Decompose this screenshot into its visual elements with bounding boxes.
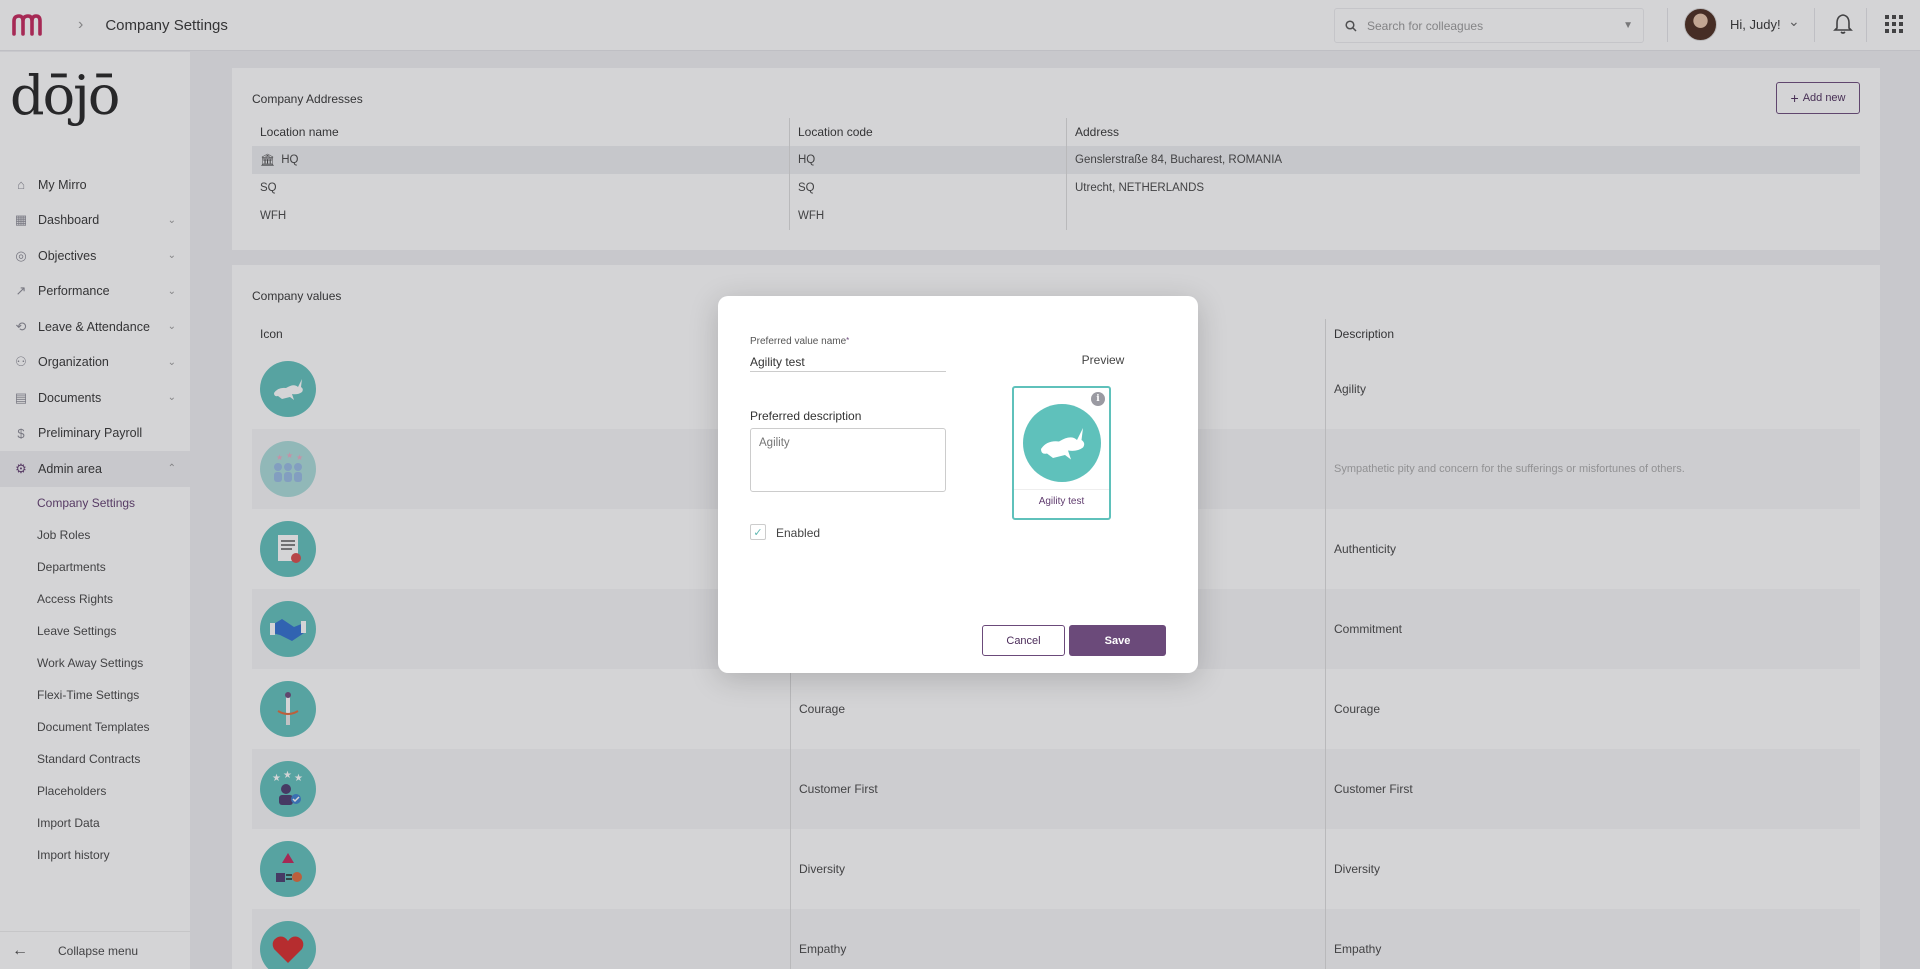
rabbit-icon [1023, 404, 1101, 482]
edit-value-dialog: Preferred value name* Preferred descript… [718, 296, 1198, 673]
save-button[interactable]: Save [1069, 625, 1166, 656]
enabled-label: Enabled [776, 526, 821, 540]
value-name-input[interactable] [750, 352, 946, 372]
info-icon[interactable]: i [1091, 392, 1105, 406]
value-name-label-text: Preferred value name [750, 336, 847, 347]
cancel-button[interactable]: Cancel [982, 625, 1065, 656]
checkmark-icon: ✓ [753, 526, 763, 539]
preview-label: Preview [1081, 353, 1125, 367]
required-mark: * [846, 336, 850, 345]
value-name-label: Preferred value name* [750, 336, 849, 347]
description-textarea[interactable] [750, 428, 946, 492]
description-label: Preferred description [750, 409, 862, 423]
value-preview-card: i Agility test [1012, 386, 1111, 520]
enabled-checkbox[interactable]: ✓ [750, 524, 766, 540]
preview-value-name: Agility test [1014, 489, 1109, 507]
